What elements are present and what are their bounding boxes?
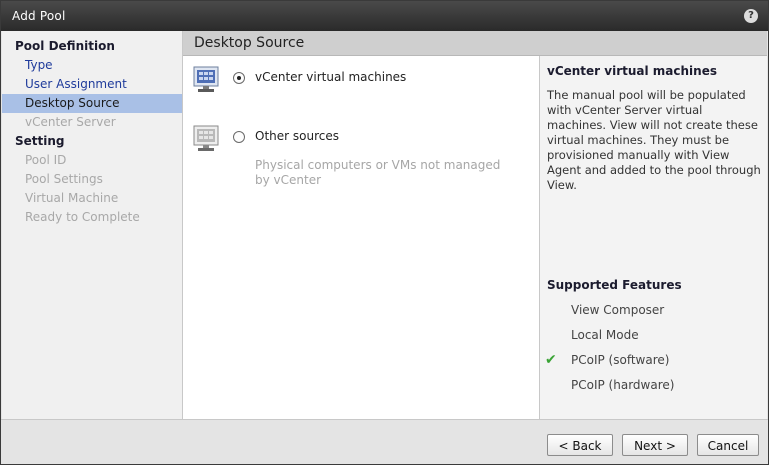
- supported-features-heading: Supported Features: [547, 278, 682, 292]
- feature-item: ✔ PCoIP (software): [545, 352, 670, 368]
- nav-section-pool-definition: Pool Definition: [15, 39, 115, 53]
- title-bar: Add Pool ?: [1, 1, 768, 31]
- feature-item: Local Mode: [571, 328, 639, 342]
- nav-item-pool-id: Pool ID: [25, 153, 67, 167]
- other-sources-description: Physical computers or VMs not managed by…: [255, 158, 501, 187]
- info-panel: vCenter virtual machines The manual pool…: [540, 56, 767, 419]
- feature-item: View Composer: [571, 303, 665, 317]
- other-sources-radio[interactable]: [233, 131, 245, 143]
- source-options: vCenter virtual machines Other sources P…: [183, 56, 540, 419]
- nav-item-ready-to-complete: Ready to Complete: [25, 210, 140, 224]
- vcenter-vm-label[interactable]: vCenter virtual machines: [255, 70, 406, 84]
- vcenter-vm-radio[interactable]: [233, 72, 245, 84]
- help-icon[interactable]: ?: [744, 9, 758, 23]
- check-icon: ✔: [545, 352, 557, 368]
- nav-item-virtual-machine: Virtual Machine: [25, 191, 119, 205]
- cancel-button[interactable]: Cancel: [697, 434, 759, 456]
- nav-item-pool-settings: Pool Settings: [25, 172, 103, 186]
- wizard-nav: Pool Definition Type User Assignment Des…: [2, 31, 183, 419]
- nav-item-type[interactable]: Type: [2, 56, 182, 75]
- page-title: Desktop Source: [194, 35, 305, 51]
- feature-item: PCoIP (hardware): [571, 378, 675, 392]
- info-heading: vCenter virtual machines: [547, 64, 717, 78]
- nav-item-user-assignment[interactable]: User Assignment: [2, 75, 182, 94]
- next-button[interactable]: Next >: [622, 434, 688, 456]
- other-source-icon: [193, 125, 219, 151]
- back-button[interactable]: < Back: [547, 434, 613, 456]
- dialog-title: Add Pool: [12, 9, 66, 23]
- info-description: The manual pool will be populated with v…: [547, 88, 761, 192]
- add-pool-dialog: Add Pool ? Pool Definition Type User Ass…: [0, 0, 769, 465]
- nav-section-setting: Setting: [15, 134, 65, 148]
- other-sources-label[interactable]: Other sources: [255, 129, 339, 143]
- page-header: Desktop Source: [183, 31, 767, 56]
- vcenter-vm-icon: [193, 66, 219, 92]
- nav-item-desktop-source[interactable]: Desktop Source: [2, 94, 182, 113]
- dialog-footer: < Back Next > Cancel: [1, 419, 768, 464]
- nav-item-vcenter-server: vCenter Server: [25, 115, 116, 129]
